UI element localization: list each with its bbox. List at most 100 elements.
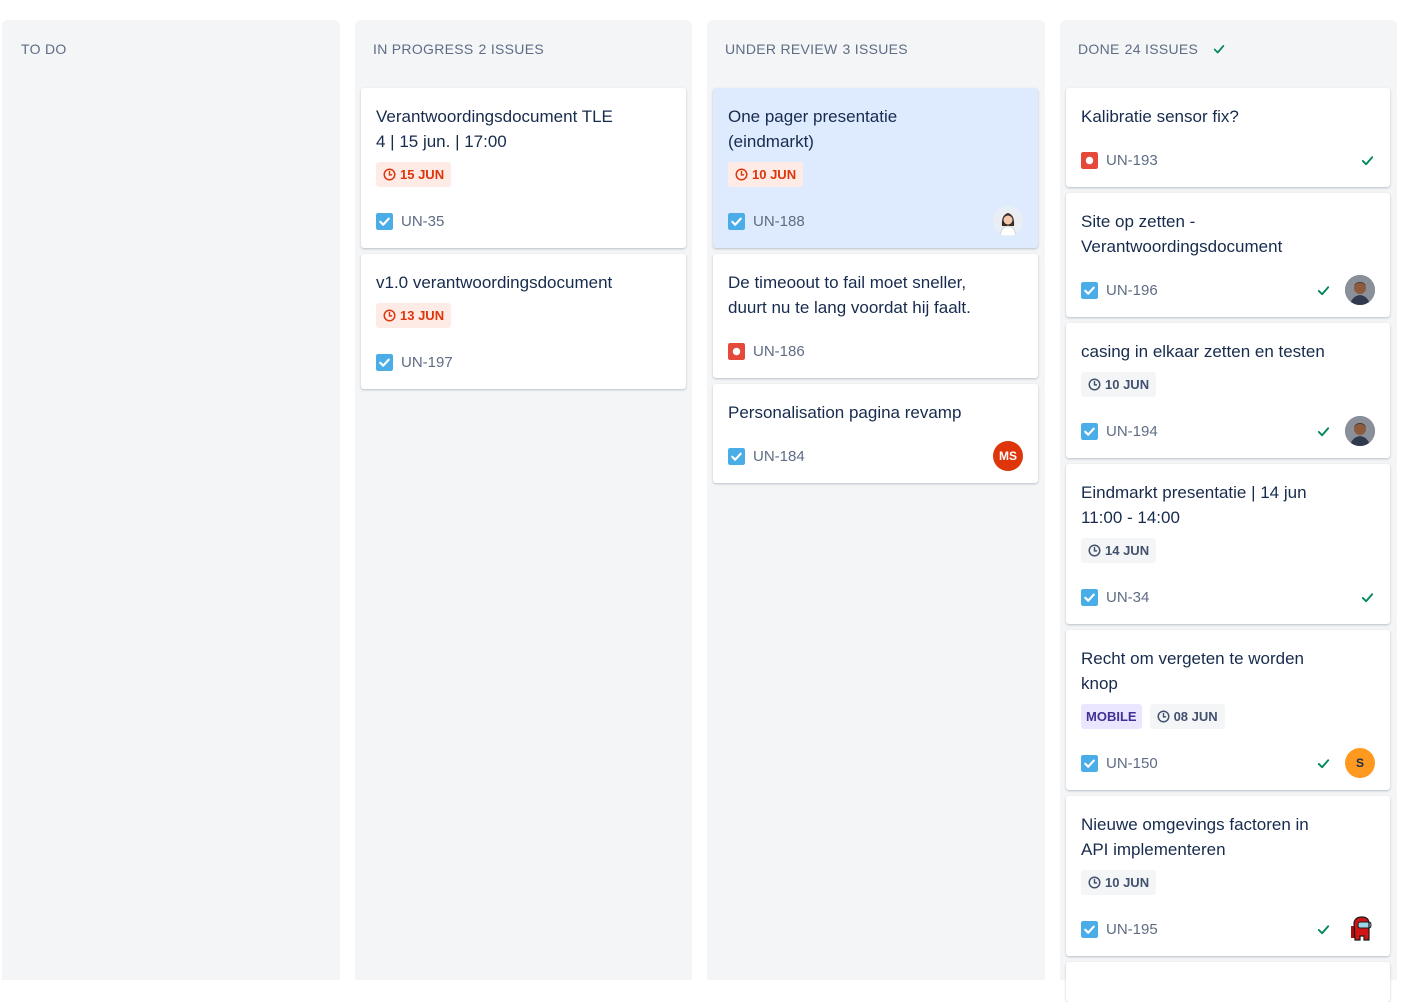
issue-key[interactable]: UN-188 xyxy=(753,213,805,230)
due-date-badge: 14 JUN xyxy=(1081,538,1157,563)
card-title: Site op zetten - Verantwoordingsdocument xyxy=(1081,212,1283,256)
issue-key[interactable]: UN-34 xyxy=(1106,589,1149,606)
due-date-badge: 13 JUN xyxy=(376,303,452,328)
issue-key[interactable]: UN-195 xyxy=(1106,921,1158,938)
due-date-text: 15 JUN xyxy=(400,167,445,182)
issue-key[interactable]: UN-194 xyxy=(1106,423,1158,440)
bug-dot-icon xyxy=(1081,151,1098,169)
issue-key[interactable]: UN-184 xyxy=(753,448,805,465)
due-date-text: 13 JUN xyxy=(400,308,445,323)
issue-key[interactable]: UN-197 xyxy=(401,354,453,371)
among-us-avatar-icon xyxy=(1351,916,1372,941)
column-title: DONE xyxy=(1078,41,1120,57)
card-title: Kalibratie sensor fix? xyxy=(1081,107,1239,126)
column-title: UNDER REVIEW xyxy=(725,41,838,57)
card-title: Nieuwe omgevings factoren in API impleme… xyxy=(1081,815,1309,859)
checkbox-task-icon xyxy=(376,212,393,230)
issue-key[interactable]: UN-150 xyxy=(1106,755,1158,772)
due-date-text: 14 JUN xyxy=(1105,543,1150,558)
clock-icon xyxy=(1088,876,1101,889)
due-date-badge: 15 JUN xyxy=(376,162,452,187)
issue-card-un-195[interactable]: Nieuwe omgevings factoren in API impleme… xyxy=(1066,796,1390,956)
issue-card-un-193[interactable]: Kalibratie sensor fix? UN-193 xyxy=(1066,88,1390,187)
bug-dot-icon xyxy=(728,342,745,360)
clock-icon xyxy=(1088,544,1101,557)
issue-card-un-186[interactable]: De timeoout to fail moet sneller, duurt … xyxy=(713,254,1038,378)
checkmark-icon xyxy=(1317,758,1330,768)
issue-key[interactable]: UN-35 xyxy=(401,213,444,230)
issue-key[interactable]: UN-196 xyxy=(1106,282,1158,299)
due-date-badge: 10 JUN xyxy=(1081,372,1157,397)
assignee-avatar[interactable] xyxy=(1345,275,1375,305)
clock-icon xyxy=(383,309,396,322)
checkmark-icon xyxy=(1317,924,1330,934)
checkbox-task-icon xyxy=(728,212,745,230)
due-date-text: 10 JUN xyxy=(1105,377,1150,392)
checkbox-task-icon xyxy=(1081,754,1098,772)
due-date-badge: 08 JUN xyxy=(1149,704,1225,729)
due-date-badge: 10 JUN xyxy=(1081,870,1157,895)
clock-icon xyxy=(1157,710,1170,723)
issue-card-un-184[interactable]: Personalisation pagina revamp UN-184 MS xyxy=(713,384,1038,483)
due-date-text: 10 JUN xyxy=(1105,875,1150,890)
column-count: 24 ISSUES xyxy=(1124,41,1199,57)
column-header: UNDER REVIEW 3 ISSUES xyxy=(725,41,908,57)
column-count: 3 ISSUES xyxy=(842,41,908,57)
card-title: casing in elkaar zetten en testen xyxy=(1081,342,1325,361)
column-title: IN PROGRESS xyxy=(373,41,474,57)
assignee-avatar[interactable]: S xyxy=(1345,748,1375,778)
clock-icon xyxy=(735,168,748,181)
column-in-progress[interactable]: IN PROGRESS 2 ISSUES Verantwoordingsdocu… xyxy=(355,20,692,980)
card-title: De timeoout to fail moet sneller, duurt … xyxy=(728,273,971,317)
checkbox-task-icon xyxy=(728,447,745,465)
card-title: Personalisation pagina revamp xyxy=(728,403,962,422)
card-title: v1.0 verantwoordingsdocument xyxy=(376,273,613,292)
column-header: DONE 24 ISSUES xyxy=(1078,41,1226,57)
issue-card-un-197[interactable]: v1.0 verantwoordingsdocument 13 JUN UN-1… xyxy=(361,254,686,389)
column-header: TO DO xyxy=(21,41,67,57)
assignee-avatar[interactable]: MS xyxy=(993,441,1023,471)
checkbox-task-icon xyxy=(1081,281,1098,299)
assignee-avatar[interactable] xyxy=(993,206,1023,236)
checkmark-icon xyxy=(1213,45,1225,54)
checkbox-task-icon xyxy=(376,353,393,371)
due-date-badge: 10 JUN xyxy=(728,162,804,187)
man-avatar-icon xyxy=(1345,275,1375,305)
card-title: Eindmarkt presentatie | 14 jun 11:00 - 1… xyxy=(1081,483,1307,527)
issue-card-un-196[interactable]: Site op zetten - Verantwoordingsdocument… xyxy=(1066,193,1390,317)
column-header: IN PROGRESS 2 ISSUES xyxy=(373,41,544,57)
assignee-avatar[interactable] xyxy=(1345,416,1375,446)
column-under-review[interactable]: UNDER REVIEW 3 ISSUES One pager presenta… xyxy=(707,20,1045,980)
issue-card-un-35[interactable]: Verantwoordingsdocument TLE 4 | 15 jun. … xyxy=(361,88,686,248)
card-title: Recht om vergeten te worden knop xyxy=(1081,649,1305,693)
due-date-text: 08 JUN xyxy=(1173,709,1218,724)
issue-key[interactable]: UN-186 xyxy=(753,343,805,360)
woman-avatar-icon xyxy=(993,206,1023,236)
issue-card-un-194[interactable]: casing in elkaar zetten en testen 10 JUN… xyxy=(1066,323,1390,458)
checkbox-task-icon xyxy=(1081,422,1098,440)
card-title: Verantwoordingsdocument TLE 4 | 15 jun. … xyxy=(376,107,613,151)
checkmark-icon xyxy=(1317,285,1330,295)
checkmark-icon xyxy=(1361,592,1374,602)
column-count: 2 ISSUES xyxy=(478,41,544,57)
issue-card-partial[interactable] xyxy=(1066,962,1390,1002)
issue-card-un-34[interactable]: Eindmarkt presentatie | 14 jun 11:00 - 1… xyxy=(1066,464,1390,624)
clock-icon xyxy=(383,168,396,181)
label-badge[interactable]: MOBILE xyxy=(1081,704,1142,729)
checkbox-task-icon xyxy=(1081,588,1098,606)
due-date-text: 10 JUN xyxy=(752,167,797,182)
issue-card-un-150[interactable]: Recht om vergeten te worden knop MOBILE … xyxy=(1066,630,1390,790)
issue-card-un-188[interactable]: One pager presentatie (eindmarkt) 10 JUN… xyxy=(713,88,1038,248)
column-todo[interactable]: TO DO xyxy=(2,20,340,980)
kanban-board: TO DO IN PROGRESS 2 ISSUES Verantwoordin… xyxy=(0,0,1409,1002)
card-title: One pager presentatie (eindmarkt) xyxy=(728,107,898,151)
column-done[interactable]: DONE 24 ISSUES Kalibratie sensor fix? UN… xyxy=(1060,20,1397,1002)
checkmark-icon xyxy=(1317,426,1330,436)
checkmark-icon xyxy=(1361,155,1374,165)
assignee-avatar[interactable] xyxy=(1345,914,1375,944)
column-title: TO DO xyxy=(21,41,67,57)
man-avatar-icon xyxy=(1345,416,1375,446)
checkbox-task-icon xyxy=(1081,920,1098,938)
issue-key[interactable]: UN-193 xyxy=(1106,152,1158,169)
clock-icon xyxy=(1088,378,1101,391)
